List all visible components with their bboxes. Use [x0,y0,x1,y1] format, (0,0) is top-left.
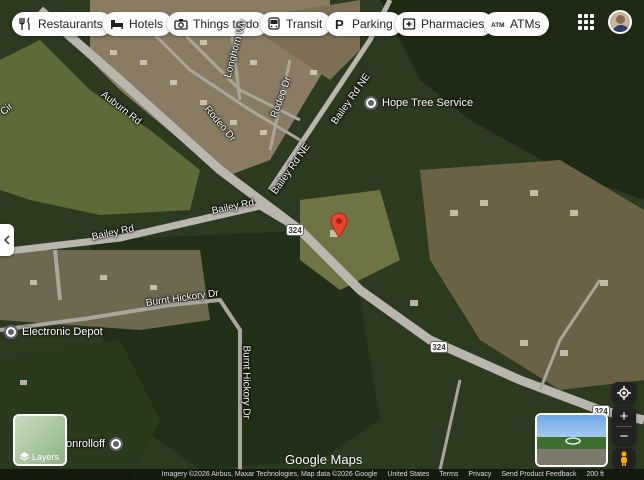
location-target-icon [617,386,631,400]
poi-marker-icon [4,325,18,339]
parking-chip[interactable]: P Parking [326,12,402,36]
hotels-chip[interactable]: Hotels [103,12,173,36]
chevron-left-icon [3,235,10,245]
layers-icon [19,452,30,461]
location-pin-icon[interactable] [330,212,348,238]
fork-knife-icon [19,17,30,30]
poi-marker-icon [364,96,378,110]
zoom-out-button[interactable]: − [612,427,636,446]
pharmacy-icon [402,18,416,30]
poi-marker-icon [108,437,123,451]
restaurants-chip[interactable]: Restaurants [12,12,112,36]
attribution-bar: Imagery ©2026 Airbus, Maxar Technologies… [0,469,644,480]
street-view-preview[interactable] [535,413,608,467]
pegman-icon[interactable] [612,448,636,470]
zoom-in-button[interactable]: + [612,406,636,426]
transit-chip[interactable]: Transit [260,12,332,36]
parking-icon: P [335,17,344,31]
atm-icon: ATM [491,22,505,29]
zoom-controls: + − [612,406,636,446]
scale-label[interactable]: 200 ft [586,471,604,478]
imagery-attribution: Imagery ©2026 Airbus, Maxar Technologies… [161,471,378,478]
privacy-link[interactable]: Privacy [468,471,491,478]
rotate-360-icon [565,437,581,445]
layers-button[interactable]: Layers [13,414,67,466]
chip-label: Restaurants [38,17,103,31]
layers-label: Layers [32,452,60,462]
poi-onrolloff[interactable]: onrolloff [66,437,123,451]
chip-label: Hotels [129,17,164,31]
chip-label: Things to do [193,17,260,31]
apps-grid-icon[interactable] [578,14,594,30]
svg-text:ATM: ATM [491,22,505,29]
avatar[interactable] [608,10,632,34]
chip-label: ATMs [510,17,541,31]
poi-label: onrolloff [66,438,105,450]
poi-label: Electronic Depot [22,326,103,338]
road-label-burnt-hickory-v: Burnt Hickory Dr [240,345,252,419]
google-maps-logo: Google Maps [285,452,363,467]
chip-label: Parking [352,17,393,31]
feedback-link[interactable]: Send Product Feedback [501,471,576,478]
my-location-button[interactable] [612,382,636,404]
route-shield: 324 [286,224,304,236]
chip-label: Pharmacies [421,17,485,31]
bed-icon [111,20,123,29]
pharmacies-chip[interactable]: Pharmacies [395,12,494,36]
chip-label: Transit [286,17,323,31]
terms-link[interactable]: Terms [439,471,458,478]
atms-chip[interactable]: ATM ATMs [484,12,550,36]
route-shield: 324 [430,341,448,353]
bus-icon [268,17,280,30]
camera-icon [174,19,188,30]
collapse-panel-button[interactable] [0,224,14,256]
poi-electronic-depot[interactable]: Electronic Depot [4,325,103,339]
svg-text:P: P [335,17,344,31]
things-to-do-chip[interactable]: Things to do [167,12,269,36]
poi-hope-tree-service[interactable]: Hope Tree Service [364,96,473,110]
poi-label: Hope Tree Service [382,97,474,109]
united-states-link[interactable]: United States [387,471,429,478]
